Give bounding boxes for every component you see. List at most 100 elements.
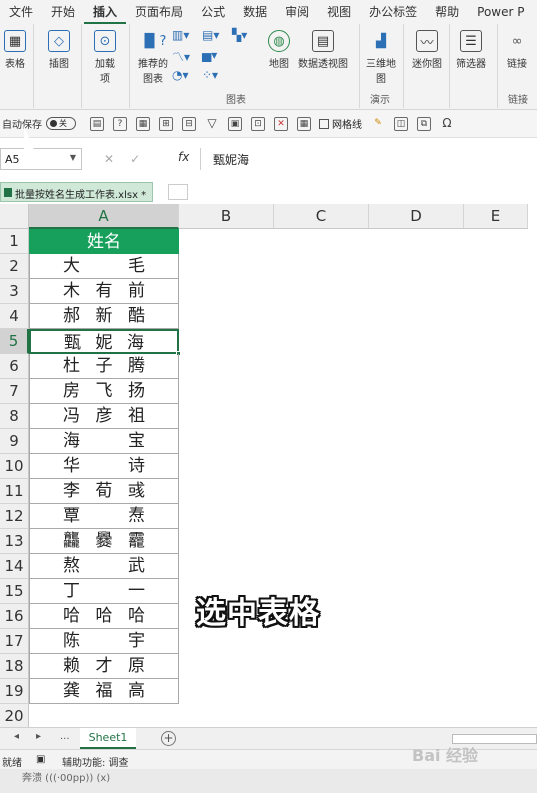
table-button[interactable]: ▦ 表格 [4,30,26,70]
name-cell[interactable]: 龚福高 [29,679,179,704]
name-cell[interactable]: 郝新酷 [29,304,179,329]
row-header[interactable]: 12 [0,504,29,529]
row-header[interactable]: 1 [0,229,29,254]
sheet-next-icon[interactable]: ▸ [36,731,41,742]
row-header[interactable]: 20 [0,704,29,729]
sheet-more-icon[interactable]: ... [60,731,70,742]
ribbon-tab[interactable]: 开始 [42,0,84,24]
name-box[interactable]: A5 ▼ [0,148,82,170]
camera-icon[interactable]: ◫ [394,116,408,131]
row-header[interactable]: 8 [0,404,29,429]
name-cell[interactable]: 赖才原 [29,654,179,679]
chevron-down-icon[interactable]: ▼ [70,153,76,162]
row-header[interactable]: 10 [0,454,29,479]
gridlines-checkbox[interactable]: 网格线 [319,116,362,131]
confirm-icon[interactable]: ✓ [130,152,140,166]
column-header[interactable]: E [464,204,528,229]
sheet-tab-sheet1[interactable]: Sheet1 [80,728,136,749]
ribbon-tab[interactable]: 文件 [0,0,42,24]
name-cell[interactable]: 李荀彧 [29,479,179,504]
select-all-corner[interactable] [0,204,29,229]
name-cell[interactable]: 熬武 [29,554,179,579]
row-header[interactable]: 13 [0,529,29,554]
name-cell[interactable]: 冯彦祖 [29,404,179,429]
filters-button[interactable]: ☰ 筛选器 [456,30,486,70]
row-header[interactable]: 14 [0,554,29,579]
group-icon[interactable]: ⧉ [417,116,431,131]
name-cell[interactable]: 房飞扬 [29,379,179,404]
merge-cells-icon[interactable]: ⊡ [251,116,265,131]
addins-button[interactable]: ⊙ 加载 项 [94,30,116,85]
column-header[interactable]: A [29,204,179,229]
row-header[interactable]: 19 [0,679,29,704]
ribbon-tab[interactable]: 数据 [234,0,276,24]
ribbon-tab[interactable]: 公式 [192,0,234,24]
workbook-tab[interactable]: 批量按姓名生成工作表.xlsx * [0,182,154,202]
line-chart-icon[interactable]: 〽▾ [172,48,190,65]
row-header[interactable]: 16 [0,604,29,629]
ribbon-tab[interactable]: 审阅 [276,0,318,24]
link-button[interactable]: ∞ 链接 [506,30,528,71]
row-header[interactable]: 9 [0,429,29,454]
column-chart-icon[interactable]: ▥▾ [172,28,189,42]
sheet-prev-icon[interactable]: ◂ [14,731,19,742]
accessibility-status[interactable]: 辅助功能: 调查 [62,754,129,769]
name-cell[interactable]: 大毛 [29,254,179,279]
name-cell[interactable]: 丁一 [29,579,179,604]
insert-column-icon[interactable]: ⊟ [182,116,196,131]
format-painter-icon[interactable]: ✎ [371,117,385,131]
row-header[interactable]: 18 [0,654,29,679]
chart-wizard-icon[interactable]: ? [113,116,127,131]
ribbon-tab[interactable]: 页面布局 [126,0,192,24]
header-cell[interactable]: 姓名 [29,229,179,254]
add-sheet-icon[interactable]: + [161,731,176,746]
row-header[interactable]: 15 [0,579,29,604]
formula-input[interactable]: 甄妮海 [200,148,537,170]
row-header[interactable]: 5 [0,329,29,354]
maps-button[interactable]: ◍ 地图 [268,30,290,70]
name-cell[interactable]: 木有前 [29,279,179,304]
name-cell[interactable]: 陈宇 [29,629,179,654]
3d-map-button[interactable]: ▟ 三维地 图 [366,30,396,86]
new-workbook-tab[interactable] [168,184,188,200]
freeze-panes-icon[interactable]: ▣ [228,116,242,131]
name-cell[interactable]: 华诗 [29,454,179,479]
form-icon[interactable]: ▤ [90,116,104,131]
combo-chart-icon[interactable]: ▚▾ [232,28,247,42]
name-cell[interactable]: 覃焘 [29,504,179,529]
ribbon-tab[interactable]: 视图 [318,0,360,24]
scatter-chart-icon[interactable]: ⁘▾ [202,68,218,82]
ribbon-tab[interactable]: 办公标签 [360,0,426,24]
column-header[interactable]: B [179,204,274,229]
borders-icon[interactable]: ▦ [297,116,311,131]
cancel-icon[interactable]: ✕ [104,152,114,166]
sparklines-button[interactable]: 〰 迷你图 [412,30,442,70]
row-header[interactable]: 17 [0,629,29,654]
name-cell[interactable]: 哈哈哈 [29,604,179,629]
name-cell[interactable]: 海宝 [29,429,179,454]
column-header[interactable]: D [369,204,464,229]
statistic-chart-icon[interactable]: ▅▾ [202,48,217,62]
ribbon-tab[interactable]: 插入 [84,0,127,24]
name-cell[interactable]: 龘爨龗 [29,529,179,554]
ribbon-tab[interactable]: Power P [468,0,533,24]
row-header[interactable]: 2 [0,254,29,279]
autosave-toggle[interactable]: 关 [46,117,76,130]
clear-format-icon[interactable]: ✕ [274,116,288,131]
pie-chart-icon[interactable]: ◔▾ [172,68,189,82]
name-cell[interactable]: 杜子腾 [29,354,179,379]
filter-icon[interactable]: ▽ [205,117,219,131]
grid-icon[interactable]: ▦ [136,116,150,131]
row-header[interactable]: 6 [0,354,29,379]
row-header[interactable]: 7 [0,379,29,404]
symbol-icon[interactable]: Ω [440,117,454,131]
row-header[interactable]: 4 [0,304,29,329]
recommended-charts-button[interactable]: ▐▌? 推荐的 图表 [138,30,168,86]
insert-function-button[interactable]: fx [178,150,189,164]
macro-record-icon[interactable]: ▣ [36,754,45,765]
ribbon-tab[interactable]: 帮助 [426,0,468,24]
illustrations-button[interactable]: ◇ 插图 [48,30,70,70]
pivot-chart-button[interactable]: ▤ 数据透视图 [298,30,348,70]
insert-row-icon[interactable]: ⊞ [159,116,173,131]
name-cell[interactable]: 甄妮海 [29,329,179,354]
